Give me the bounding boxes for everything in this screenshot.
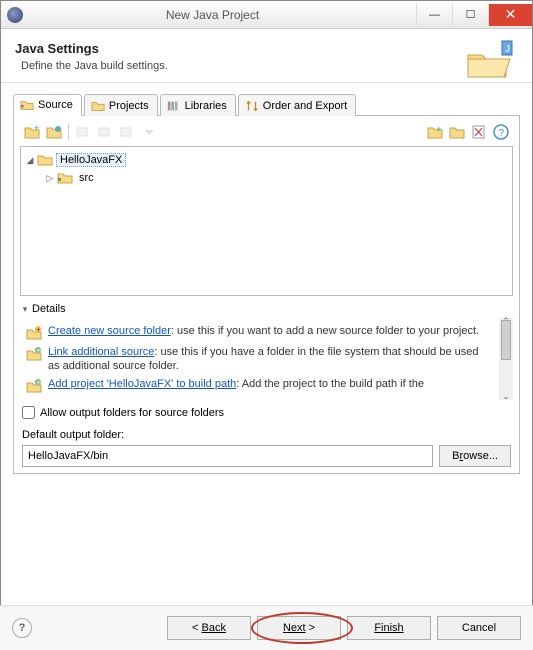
maximize-button[interactable]: ☐ <box>452 4 488 26</box>
link-source-folder-icon[interactable] <box>46 124 62 140</box>
detail-item-create-source-folder: + Create new source folder: use this if … <box>26 322 493 343</box>
detail-item-link-source: + Link additional source: use this if yo… <box>26 343 493 375</box>
menu-icon <box>141 124 157 140</box>
tab-label: Libraries <box>185 100 227 112</box>
scroll-down-icon[interactable]: ⌄ <box>500 391 512 402</box>
tree-project-node[interactable]: ◢ HelloJavaFX <box>23 151 510 169</box>
project-folder-icon <box>37 153 53 167</box>
tab-order-export[interactable]: Order and Export <box>238 94 356 116</box>
allow-output-folders-checkbox[interactable]: Allow output folders for source folders <box>22 406 511 419</box>
svg-text:+: + <box>34 124 39 133</box>
page-subtitle: Define the Java build settings. <box>21 60 168 72</box>
close-button[interactable]: ✕ <box>488 4 532 26</box>
svg-text:+: + <box>36 346 41 355</box>
tree-node-label: src <box>76 172 97 184</box>
remove-icon <box>97 124 113 140</box>
add-project-buildpath-link[interactable]: Add project 'HelloJavaFX' to build path <box>48 378 236 390</box>
new-source-folder-icon: + <box>26 325 42 341</box>
wizard-header: Java Settings Define the Java build sett… <box>1 29 532 83</box>
toggle-icon <box>119 124 135 140</box>
source-folder-icon <box>20 99 34 111</box>
svg-text:?: ? <box>499 128 505 139</box>
order-export-icon <box>245 100 259 112</box>
libraries-icon <box>167 100 181 112</box>
tab-source[interactable]: Source <box>13 94 82 116</box>
link-additional-source-link[interactable]: Link additional source <box>48 346 154 358</box>
detail-text: : Add the project to the build path if t… <box>236 378 424 390</box>
allow-output-folders-input[interactable] <box>22 406 35 419</box>
projects-icon <box>91 100 105 112</box>
tree-src-node[interactable]: ▷ src <box>23 169 510 187</box>
tree-node-label: HelloJavaFX <box>56 153 126 167</box>
cancel-button[interactable]: Cancel <box>437 616 521 640</box>
default-output-folder-input[interactable] <box>22 445 433 467</box>
add-source-folder-icon[interactable]: + <box>24 124 40 140</box>
link-source-icon: + <box>26 346 42 362</box>
page-title: Java Settings <box>15 41 168 56</box>
expand-collapse-icon[interactable]: ▷ <box>45 173 55 184</box>
add-buildpath-icon: + <box>26 378 42 394</box>
source-toolbar: + + ? <box>20 122 513 146</box>
expand-collapse-icon[interactable]: ◢ <box>25 155 35 166</box>
minimize-button[interactable]: — <box>416 4 452 26</box>
tab-libraries[interactable]: Libraries <box>160 94 236 116</box>
next-button[interactable]: Next > <box>257 616 341 640</box>
help-icon[interactable]: ? <box>493 124 509 140</box>
svg-text:+: + <box>36 325 41 334</box>
create-source-folder-link[interactable]: Create new source folder <box>48 325 171 337</box>
wizard-banner-icon: J <box>464 37 518 81</box>
browse-button[interactable]: Browse... <box>439 445 511 467</box>
window-title: New Java Project <box>29 8 416 22</box>
collapse-all-icon[interactable] <box>449 124 465 140</box>
eclipse-icon <box>7 7 23 23</box>
tab-projects[interactable]: Projects <box>84 94 158 116</box>
details-toggle[interactable]: ▾ Details <box>20 300 513 318</box>
clear-icon[interactable] <box>471 124 487 140</box>
svg-text:+: + <box>436 124 441 134</box>
checkbox-label: Allow output folders for source folders <box>40 407 224 419</box>
tab-label: Order and Export <box>263 100 347 112</box>
tab-bar: Source Projects Libraries Order and Expo… <box>13 93 520 116</box>
source-panel: + + ? ◢ HelloJavaFX ▷ <box>13 116 520 474</box>
default-output-folder-label: Default output folder: <box>22 429 511 441</box>
svg-text:J: J <box>505 44 510 55</box>
svg-text:+: + <box>36 378 41 387</box>
back-button[interactable]: < Back <box>167 616 251 640</box>
details-section: ▾ Details ⌃ ⌄ + Create new source folder… <box>20 300 513 400</box>
details-heading: Details <box>32 303 66 315</box>
source-folder-tree[interactable]: ◢ HelloJavaFX ▷ src <box>20 146 513 296</box>
titlebar: New Java Project — ☐ ✕ <box>1 1 532 29</box>
wizard-footer: ? < Back Next > Finish Cancel <box>0 605 533 650</box>
help-button[interactable]: ? <box>12 618 32 638</box>
detail-text: : use this if you want to add a new sour… <box>171 325 479 337</box>
tab-label: Projects <box>109 100 149 112</box>
source-folder-icon <box>57 171 73 185</box>
edit-icon <box>75 124 91 140</box>
scrollbar-thumb[interactable] <box>501 320 511 360</box>
expand-all-icon[interactable]: + <box>427 124 443 140</box>
finish-button[interactable]: Finish <box>347 616 431 640</box>
tab-label: Source <box>38 99 73 111</box>
detail-item-add-buildpath: + Add project 'HelloJavaFX' to build pat… <box>26 375 493 396</box>
